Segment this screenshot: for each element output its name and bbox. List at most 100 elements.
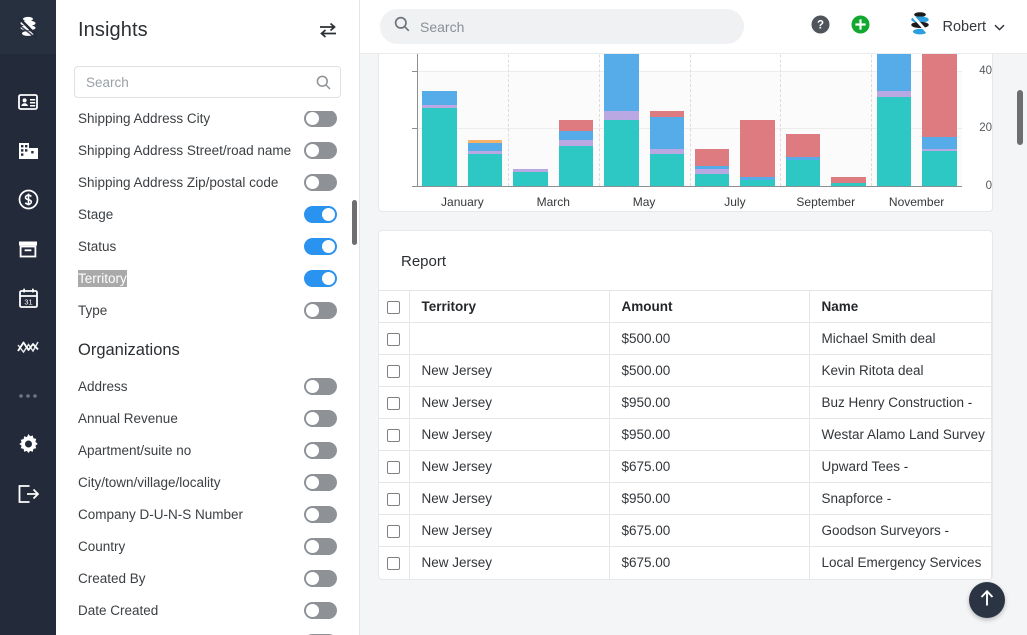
chart-bar-segment [831, 183, 866, 186]
checkbox-unchecked-icon[interactable] [387, 396, 401, 410]
cell-territory [409, 322, 610, 355]
help-button[interactable]: ? [800, 7, 840, 47]
field-toggle[interactable] [304, 173, 337, 191]
field-toggle[interactable] [304, 301, 337, 319]
checkbox-unchecked-icon[interactable] [387, 300, 401, 314]
row-select-cell[interactable] [379, 386, 410, 419]
checkbox-unchecked-icon[interactable] [387, 460, 401, 474]
field-toggle[interactable] [304, 569, 337, 587]
checkbox-unchecked-icon[interactable] [387, 428, 401, 442]
contacts-card-icon [18, 93, 38, 110]
field-row[interactable]: Shipping Address Zip/postal code [56, 166, 359, 198]
field-toggle[interactable] [304, 205, 337, 223]
chart-bar-segment [876, 96, 912, 186]
main-scrollbar-thumb[interactable] [1017, 90, 1023, 145]
panel-search-box[interactable] [74, 66, 341, 98]
checkbox-unchecked-icon[interactable] [387, 332, 401, 346]
field-toggle[interactable] [304, 237, 337, 255]
field-label: Annual Revenue [78, 410, 178, 426]
field-row[interactable]: Territory [56, 262, 359, 294]
sidebar-item-settings[interactable] [0, 420, 56, 469]
sidebar-item-logout[interactable] [0, 469, 56, 518]
checkbox-unchecked-icon[interactable] [387, 364, 401, 378]
checkbox-unchecked-icon[interactable] [387, 557, 401, 571]
cell-name: Upward Tees - [809, 450, 992, 483]
checkbox-unchecked-icon[interactable] [387, 492, 401, 506]
chart-bar-segment [740, 177, 775, 181]
scroll-to-top-button[interactable] [969, 582, 1005, 618]
field-toggle[interactable] [304, 505, 337, 523]
select-all-cell[interactable] [379, 290, 410, 323]
field-row[interactable]: Stage [56, 198, 359, 230]
checkbox-unchecked-icon[interactable] [387, 524, 401, 538]
field-label: Company D-U-N-S Number [78, 506, 244, 522]
field-row[interactable]: Apartment/suite no [56, 434, 359, 466]
row-select-cell[interactable] [379, 546, 410, 579]
global-search-box[interactable] [380, 9, 744, 44]
table-row[interactable]: New Jersey $950.00 Snapforce - [379, 482, 992, 515]
row-select-cell[interactable] [379, 482, 410, 515]
field-toggle-list[interactable]: Shipping Address City Shipping Address S… [56, 111, 359, 635]
field-row[interactable]: City/town/village/locality [56, 466, 359, 498]
field-toggle[interactable] [304, 441, 337, 459]
sidebar-item-deals[interactable] [0, 175, 56, 224]
field-row[interactable]: Address [56, 370, 359, 402]
table-row[interactable]: New Jersey $675.00 Upward Tees - [379, 450, 992, 483]
sidebar-item-products[interactable] [0, 224, 56, 273]
table-row[interactable]: New Jersey $675.00 Local Emergency Service… [379, 546, 992, 579]
page-title: Insights [78, 18, 148, 41]
ellipsis-icon [18, 393, 38, 399]
chart-bar-segment [604, 111, 639, 120]
sidebar-item-more[interactable] [0, 371, 56, 420]
report-table: Territory Amount Name $500.00 Michael Smi… [379, 290, 992, 579]
archive-box-icon [18, 240, 38, 258]
user-menu[interactable]: Robert [906, 10, 1005, 43]
chart-bar-segment [467, 154, 503, 186]
field-row[interactable]: Type [56, 294, 359, 326]
field-row[interactable]: Country [56, 530, 359, 562]
column-header-name[interactable]: Name [809, 290, 992, 323]
row-select-cell[interactable] [379, 514, 410, 547]
field-toggle[interactable] [304, 473, 337, 491]
field-row[interactable]: Annual Revenue [56, 402, 359, 434]
global-search-input[interactable] [420, 18, 730, 35]
field-toggle[interactable] [304, 409, 337, 427]
field-label: Created By [78, 570, 146, 586]
field-toggle[interactable] [304, 377, 337, 395]
swap-arrows-icon[interactable] [319, 22, 337, 38]
field-row[interactable]: Shipping Address City [56, 111, 359, 134]
table-row[interactable]: New Jersey $950.00 Buz Henry Construction … [379, 386, 992, 419]
field-toggle[interactable] [304, 601, 337, 619]
field-row[interactable]: Date Created [56, 594, 359, 626]
table-row[interactable]: $500.00 Michael Smith deal [379, 322, 992, 355]
field-toggle[interactable] [304, 537, 337, 555]
sidebar-item-contacts[interactable] [0, 77, 56, 126]
table-row[interactable]: New Jersey $500.00 Kevin Ritota deal [379, 354, 992, 387]
field-row[interactable]: Shipping Address Street/road name [56, 134, 359, 166]
column-header-territory[interactable]: Territory [409, 290, 610, 323]
row-select-cell[interactable] [379, 450, 410, 483]
field-row[interactable]: Description [56, 626, 359, 635]
panel-scrollbar-thumb[interactable] [352, 200, 357, 245]
table-row[interactable]: New Jersey $675.00 Goodson Surveyors - [379, 514, 992, 547]
company-logo-icon[interactable] [0, 0, 56, 54]
field-row[interactable]: Status [56, 230, 359, 262]
row-select-cell[interactable] [379, 322, 410, 355]
field-toggle[interactable] [304, 269, 337, 287]
row-select-cell[interactable] [379, 418, 410, 451]
field-row[interactable]: Company D-U-N-S Number [56, 498, 359, 530]
field-toggle[interactable] [304, 111, 337, 127]
field-row[interactable]: Created By [56, 562, 359, 594]
sidebar-item-calendar[interactable]: 31 [0, 273, 56, 322]
row-select-cell[interactable] [379, 354, 410, 387]
field-toggle[interactable] [304, 141, 337, 159]
x-axis-tick-label: September [796, 195, 856, 209]
chart-bar-segment [558, 131, 594, 140]
calendar-icon: 31 [18, 288, 38, 308]
table-row[interactable]: New Jersey $950.00 Westar Alamo Land Surve… [379, 418, 992, 451]
search-input[interactable] [75, 67, 340, 97]
sidebar-item-organizations[interactable] [0, 126, 56, 175]
add-button[interactable] [840, 7, 880, 47]
sidebar-item-insights[interactable] [0, 322, 56, 371]
column-header-amount[interactable]: Amount [609, 290, 810, 323]
